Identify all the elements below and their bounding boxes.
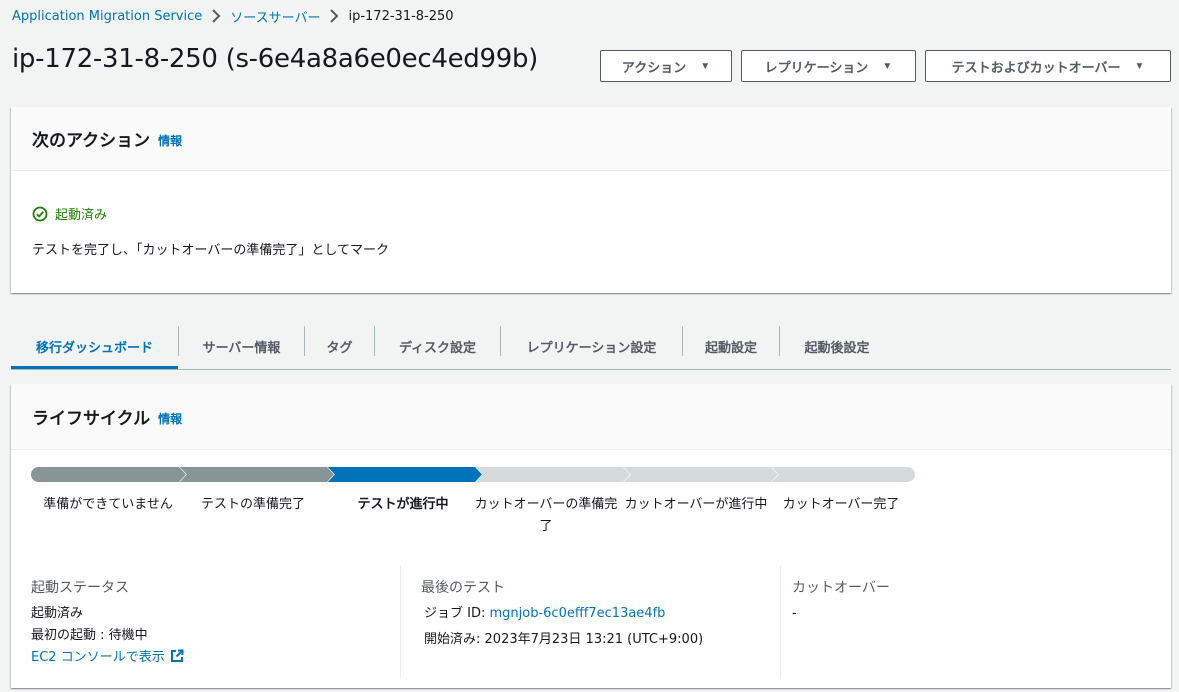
lifecycle-details: 起動ステータス 起動済み 最初の起動 : 待機中 EC2 コンソールで表示 最後… (11, 566, 1171, 678)
launch-status-column: 起動ステータス 起動済み 最初の起動 : 待機中 EC2 コンソールで表示 (11, 566, 401, 678)
tab-replication-settings[interactable]: レプリケーション設定 (501, 324, 682, 369)
breadcrumb-current: ip-172-31-8-250 (348, 8, 454, 24)
actions-button-label: アクション (621, 59, 687, 75)
next-action-header: 次のアクション 情報 (11, 107, 1171, 171)
breadcrumb-link-application-migration-service[interactable]: Application Migration Service (12, 9, 202, 24)
test-and-cutover-dropdown-button[interactable]: テストおよびカットオーバー ▼ (925, 50, 1171, 82)
breadcrumb-link-source-servers[interactable]: ソースサーバー (230, 7, 320, 26)
last-test-column: 最後のテスト ジョブ ID: mgnjob-6c0efff7ec13ae4fb … (400, 566, 780, 678)
next-action-info-link[interactable]: 情報 (158, 132, 182, 149)
actions-dropdown-button[interactable]: アクション ▼ (600, 50, 732, 82)
progress-segment-cutover-complete (771, 467, 915, 482)
tab-launch-settings[interactable]: 起動設定 (683, 324, 779, 369)
replication-dropdown-button[interactable]: レプリケーション ▼ (741, 50, 916, 82)
lifecycle-progress-bar (31, 467, 915, 482)
next-action-description: テストを完了し、「カットオーバーの準備完了」としてマーク (32, 243, 389, 258)
ec2-console-link-label: EC2 コンソールで表示 (31, 650, 165, 665)
stage-label-cutover-in-progress: カットオーバーが進行中 (624, 497, 768, 512)
replication-button-label: レプリケーション (764, 59, 869, 75)
tab-migration-dashboard[interactable]: 移行ダッシュボード (11, 324, 178, 369)
page-title: ip-172-31-8-250 (s-6e4a8a6e0ec4ed99b) (12, 44, 539, 74)
last-test-title: 最後のテスト (421, 580, 505, 596)
job-id-link[interactable]: mgnjob-6c0efff7ec13ae4fb (490, 606, 666, 621)
tab-post-launch-settings[interactable]: 起動後設定 (780, 324, 894, 369)
cutover-column: カットオーバー - (780, 566, 1171, 678)
stage-label-ready-for-cutover: カットオーバーの準備完了 (474, 497, 618, 534)
lifecycle-panel: ライフサイクル 情報 準備ができていません テストの準備完了 テストが進行中 カ… (11, 384, 1171, 688)
check-circle-icon (32, 206, 48, 221)
job-id-label: ジョブ ID: (424, 606, 486, 621)
test-and-cutover-button-label: テストおよびカットオーバー (951, 59, 1121, 75)
lifecycle-header: ライフサイクル 情報 (11, 384, 1171, 450)
launch-status-value: 起動済み (31, 606, 84, 621)
caret-down-icon: ▼ (882, 60, 893, 72)
chevron-right-icon (329, 9, 339, 23)
launch-status-indicator: 起動済み (32, 204, 107, 223)
chevron-right-icon (211, 9, 221, 23)
tab-disk-settings[interactable]: ディスク設定 (375, 324, 500, 369)
stage-label-ready-for-testing: テストの準備完了 (200, 497, 305, 512)
stage-label-cutover-complete: カットオーバー完了 (782, 497, 900, 512)
stage-label-not-ready: 準備ができていません (43, 497, 173, 512)
cutover-value: - (792, 606, 797, 621)
caret-down-icon: ▼ (1134, 60, 1145, 72)
started-value: 2023年7月23日 13:21 (UTC+9:00) (484, 632, 704, 647)
external-link-icon (170, 649, 184, 662)
breadcrumb: Application Migration Service ソースサーバー ip… (12, 6, 454, 26)
progress-segment-test-in-progress (327, 467, 482, 482)
stage-label-test-in-progress: テストが進行中 (357, 497, 449, 512)
ec2-console-link[interactable]: EC2 コンソールで表示 (31, 649, 184, 665)
launch-status-title: 起動ステータス (31, 580, 129, 596)
started-label: 開始済み: (424, 632, 481, 647)
header-actions: アクション ▼ レプリケーション ▼ テストおよびカットオーバー ▼ (600, 50, 1171, 82)
progress-segment-not-ready (31, 467, 186, 482)
progress-segment-ready-for-cutover (475, 467, 630, 482)
first-launch-value: 最初の起動 : 待機中 (31, 628, 148, 643)
tab-tags[interactable]: タグ (305, 324, 374, 369)
progress-segment-cutover-in-progress (623, 467, 778, 482)
lifecycle-info-link[interactable]: 情報 (158, 410, 182, 427)
cutover-title: カットオーバー (792, 580, 890, 596)
progress-segment-ready-for-testing (179, 467, 334, 482)
next-action-title: 次のアクション (32, 131, 151, 151)
tab-server-info[interactable]: サーバー情報 (179, 324, 304, 369)
next-action-panel: 次のアクション 情報 起動済み テストを完了し、「カットオーバーの準備完了」とし… (11, 107, 1171, 293)
tab-bar: 移行ダッシュボード サーバー情報 タグ ディスク設定 レプリケーション設定 起動… (11, 324, 1171, 370)
lifecycle-title: ライフサイクル (32, 409, 151, 429)
launch-status-text: 起動済み (55, 208, 108, 223)
caret-down-icon: ▼ (700, 60, 711, 72)
